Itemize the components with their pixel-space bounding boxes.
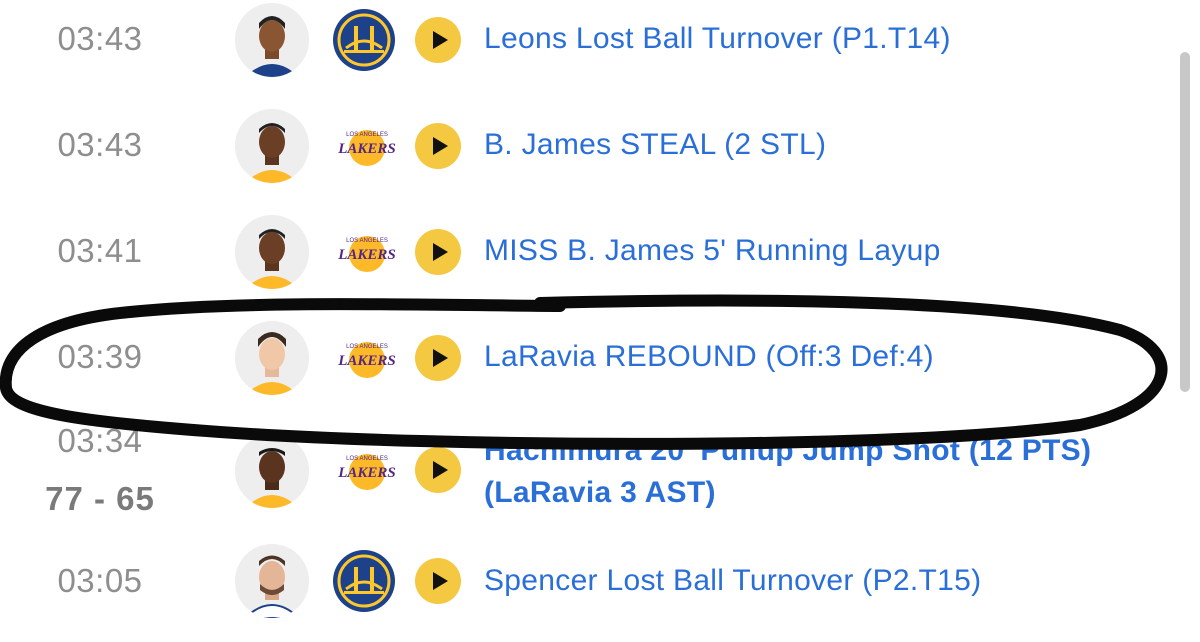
play-description-link[interactable]: LaRavia REBOUND (Off:3 Def:4) — [484, 340, 934, 374]
lakers-logo-icon: LOS ANGELES LAKERS — [332, 326, 396, 390]
lakers-logo-la-text: LOS ANGELES — [346, 456, 388, 462]
play-video-button[interactable] — [415, 17, 461, 63]
play-row[interactable]: 03:43 Leons Lost Ball Turnover (P1.T14) — [0, 0, 1170, 106]
play-time: 03:43 — [57, 20, 143, 57]
play-description-link[interactable]: Leons Lost Ball Turnover (P1.T14) — [484, 22, 951, 56]
play-description-link[interactable]: B. James STEAL (2 STL) — [484, 128, 826, 162]
play-row[interactable]: 03:39 LOS ANGELES LAKERS LaRavia REBOUND … — [0, 318, 1170, 424]
play-row[interactable]: 03:41 LOS ANGELES LAKERS MISS B. James 5'… — [0, 212, 1170, 318]
player-avatar — [235, 544, 309, 618]
play-video-button[interactable] — [415, 335, 461, 381]
play-video-button[interactable] — [415, 123, 461, 169]
play-row[interactable]: 03:05 Spencer Lost Ball Turnover (P2.T15… — [0, 536, 1170, 642]
lakers-logo-icon: LOS ANGELES LAKERS — [332, 220, 396, 284]
player-avatar — [235, 215, 309, 289]
play-row[interactable]: 03:34 77 - 65 LOS ANGELES LAKERS Hachimur… — [0, 422, 1170, 536]
play-time: 03:34 — [57, 422, 143, 459]
play-time: 03:39 — [57, 338, 143, 375]
scrollbar[interactable] — [1180, 52, 1190, 392]
player-avatar — [235, 434, 309, 508]
lakers-logo-la-text: LOS ANGELES — [346, 132, 388, 138]
lakers-logo-text: LAKERS — [337, 353, 396, 369]
player-avatar — [235, 109, 309, 183]
play-video-button[interactable] — [415, 447, 461, 493]
play-time: 03:05 — [57, 562, 143, 599]
play-video-button[interactable] — [415, 229, 461, 275]
play-description-link[interactable]: Spencer Lost Ball Turnover (P2.T15) — [484, 564, 981, 598]
lakers-logo-la-text: LOS ANGELES — [346, 344, 388, 350]
play-description-link[interactable]: MISS B. James 5' Running Layup — [484, 234, 941, 268]
play-time: 03:41 — [57, 232, 143, 269]
warriors-logo-icon — [332, 549, 396, 613]
play-row[interactable]: 03:43 LOS ANGELES LAKERS B. James STEAL (… — [0, 106, 1170, 212]
lakers-logo-icon: LOS ANGELES LAKERS — [332, 438, 396, 502]
warriors-logo-icon — [332, 8, 396, 72]
play-time: 03:43 — [57, 126, 143, 163]
lakers-logo-icon: LOS ANGELES LAKERS — [332, 114, 396, 178]
lakers-logo-text: LAKERS — [337, 465, 396, 481]
player-avatar — [235, 3, 309, 77]
lakers-logo-text: LAKERS — [337, 247, 396, 263]
play-description-link[interactable]: Hachimura 20' Pullup Jump Shot (12 PTS) … — [484, 430, 1164, 514]
lakers-logo-la-text: LOS ANGELES — [346, 238, 388, 244]
lakers-logo-text: LAKERS — [337, 141, 396, 157]
game-score: 77 - 65 — [45, 480, 155, 517]
player-avatar — [235, 321, 309, 395]
play-video-button[interactable] — [415, 558, 461, 604]
